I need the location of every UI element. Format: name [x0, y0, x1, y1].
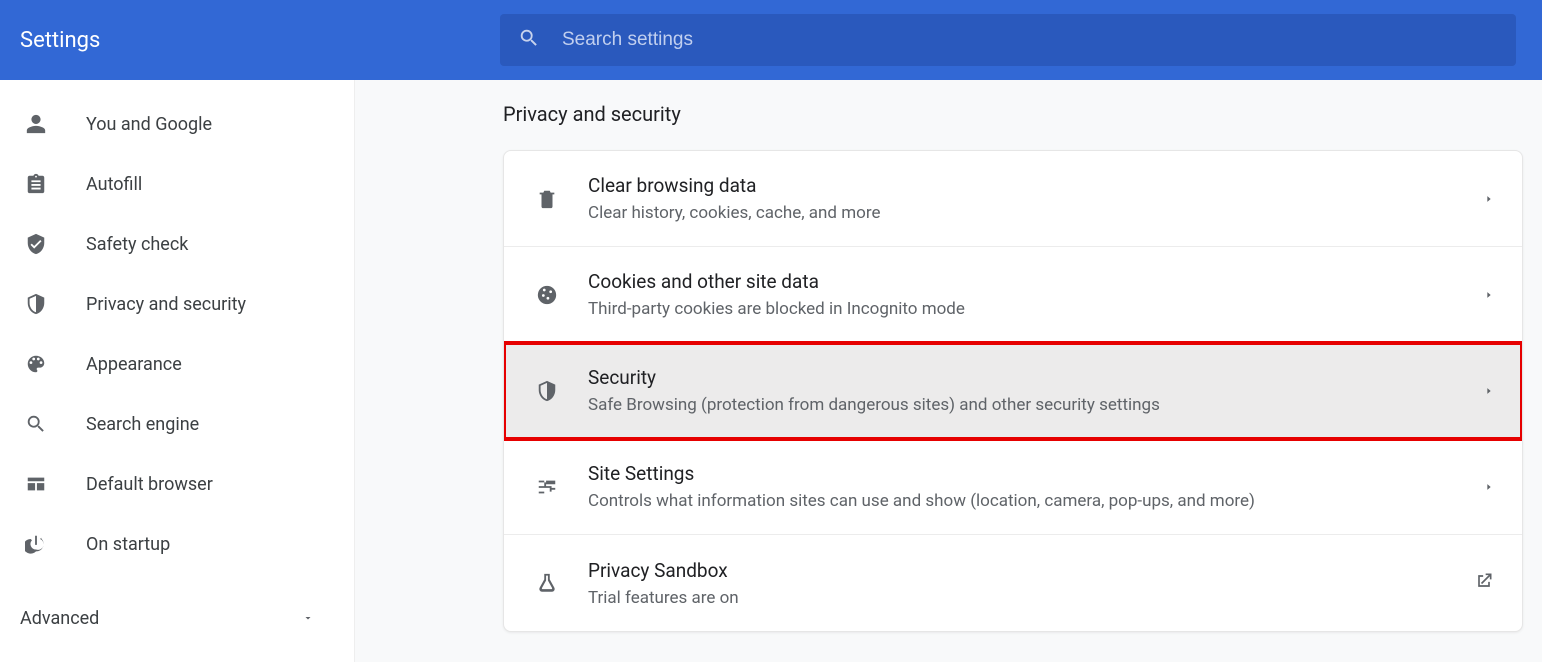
sidebar-item-label: Appearance	[86, 354, 182, 375]
cookie-icon	[534, 284, 560, 306]
palette-icon	[24, 352, 48, 376]
chevron-right-icon	[1484, 381, 1494, 400]
chevron-right-icon	[1484, 477, 1494, 496]
advanced-label: Advanced	[20, 608, 99, 629]
shield-half-icon	[534, 380, 560, 402]
row-cookies[interactable]: Cookies and other site data Third-party …	[504, 247, 1522, 343]
row-security[interactable]: Security Safe Browsing (protection from …	[504, 343, 1522, 439]
sidebar-item-label: Autofill	[86, 174, 142, 195]
row-privacy-sandbox[interactable]: Privacy Sandbox Trial features are on	[504, 535, 1522, 631]
row-title: Security	[588, 366, 1484, 389]
sidebar-item-label: Search engine	[86, 414, 199, 435]
sidebar-item-label: Default browser	[86, 474, 213, 495]
row-title: Site Settings	[588, 462, 1484, 485]
sidebar-item-you-and-google[interactable]: You and Google	[0, 94, 354, 154]
sidebar-item-label: Privacy and security	[86, 294, 246, 315]
clipboard-icon	[24, 172, 48, 196]
row-sub: Safe Browsing (protection from dangerous…	[588, 395, 1484, 415]
shield-half-icon	[24, 292, 48, 316]
external-link-icon	[1474, 571, 1494, 595]
sidebar-item-search-engine[interactable]: Search engine	[0, 394, 354, 454]
row-clear-browsing-data[interactable]: Clear browsing data Clear history, cooki…	[504, 151, 1522, 247]
shield-check-icon	[24, 232, 48, 256]
row-title: Clear browsing data	[588, 174, 1484, 197]
main-content: Privacy and security Clear browsing data…	[355, 80, 1542, 662]
chevron-down-icon	[302, 608, 314, 629]
row-sub: Third-party cookies are blocked in Incog…	[588, 299, 1484, 319]
sidebar-item-autofill[interactable]: Autofill	[0, 154, 354, 214]
search-input[interactable]	[562, 29, 1498, 51]
chevron-right-icon	[1484, 189, 1494, 208]
sidebar-item-privacy[interactable]: Privacy and security	[0, 274, 354, 334]
row-site-settings[interactable]: Site Settings Controls what information …	[504, 439, 1522, 535]
sidebar-item-label: You and Google	[86, 114, 212, 135]
sidebar-item-on-startup[interactable]: On startup	[0, 514, 354, 574]
sidebar-item-safety-check[interactable]: Safety check	[0, 214, 354, 274]
flask-icon	[534, 572, 560, 594]
row-title: Cookies and other site data	[588, 270, 1484, 293]
sidebar-advanced[interactable]: Advanced	[0, 590, 354, 646]
sidebar-item-default-browser[interactable]: Default browser	[0, 454, 354, 514]
search-icon	[24, 412, 48, 436]
search-box[interactable]	[500, 14, 1516, 66]
browser-icon	[24, 472, 48, 496]
person-icon	[24, 112, 48, 136]
search-icon	[518, 27, 540, 53]
app-title: Settings	[20, 28, 500, 53]
row-sub: Trial features are on	[588, 588, 1474, 608]
trash-icon	[534, 188, 560, 210]
settings-card: Clear browsing data Clear history, cooki…	[503, 150, 1523, 632]
row-sub: Controls what information sites can use …	[588, 491, 1484, 511]
sidebar: You and Google Autofill Safety check Pri…	[0, 80, 355, 662]
app-header: Settings	[0, 0, 1542, 80]
sidebar-item-label: Safety check	[86, 234, 188, 255]
power-icon	[24, 532, 48, 556]
sliders-icon	[534, 476, 560, 498]
row-sub: Clear history, cookies, cache, and more	[588, 203, 1484, 223]
sidebar-item-appearance[interactable]: Appearance	[0, 334, 354, 394]
row-title: Privacy Sandbox	[588, 559, 1474, 582]
sidebar-item-label: On startup	[86, 534, 170, 555]
chevron-right-icon	[1484, 285, 1494, 304]
section-title: Privacy and security	[503, 102, 1523, 126]
